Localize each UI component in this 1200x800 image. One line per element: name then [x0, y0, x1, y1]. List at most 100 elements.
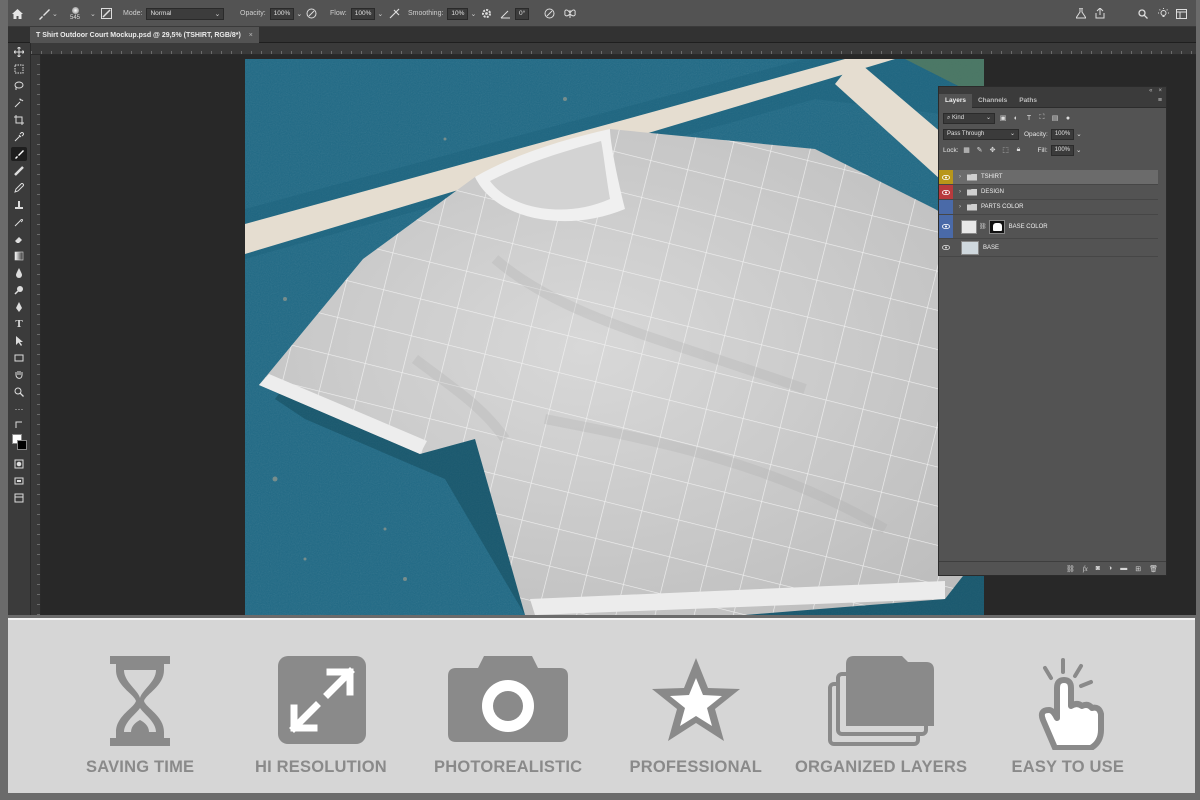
visibility-toggle-off[interactable] [939, 200, 953, 214]
visibility-eye-icon[interactable] [939, 215, 953, 238]
tab-paths[interactable]: Paths [1013, 94, 1043, 108]
discover-button[interactable] [1158, 0, 1169, 27]
link-icon[interactable]: ⛓ [1066, 565, 1075, 573]
workspace-button[interactable] [1176, 0, 1187, 27]
shape-filter-icon[interactable]: ⛶ [1037, 113, 1047, 123]
swap-colors-icon[interactable] [11, 418, 27, 432]
mode-select[interactable]: Normal [146, 7, 225, 20]
expand-arrow-icon[interactable]: › [956, 189, 964, 195]
share-button[interactable] [1095, 0, 1105, 27]
smart-object-thumbnail[interactable] [961, 240, 979, 255]
lock-all-icon[interactable]: 🔒︎ [1014, 145, 1024, 155]
lock-position-icon[interactable]: ✥ [988, 145, 998, 155]
layer-row-parts-color[interactable]: › PARTS COLOR [939, 200, 1158, 215]
clone-stamp-tool-icon[interactable] [11, 198, 27, 212]
chevron-down-icon[interactable]: ⌄ [90, 10, 96, 18]
marquee-tool-icon[interactable] [11, 62, 27, 76]
artboard-icon[interactable] [11, 491, 27, 505]
chevron-down-icon[interactable]: ⌄ [1076, 146, 1081, 154]
history-brush-tool-icon[interactable] [11, 215, 27, 229]
blend-mode-select[interactable]: Pass Through ⌄ [943, 128, 1019, 140]
new-layer-icon[interactable]: ⊞ [1135, 565, 1141, 573]
chevron-down-icon[interactable]: ⌄ [296, 10, 302, 18]
link-icon[interactable]: ⛓ [979, 223, 987, 230]
magic-wand-tool-icon[interactable] [11, 96, 27, 110]
dodge-tool-icon[interactable] [11, 283, 27, 297]
layer-thumbnail[interactable] [961, 219, 977, 234]
pixel-filter-icon[interactable]: ▣ [998, 113, 1008, 123]
eraser-tool-icon[interactable] [11, 232, 27, 246]
visibility-eye-icon[interactable] [939, 170, 953, 184]
close-icon[interactable]: × [1158, 88, 1162, 94]
filter-toggle-icon[interactable]: ● [1063, 113, 1073, 123]
lock-transparent-icon[interactable]: ▦ [962, 145, 972, 155]
airbrush-button[interactable] [389, 0, 401, 27]
smoothing-settings-button[interactable] [481, 0, 492, 27]
folder-icon[interactable]: ▬ [1120, 565, 1127, 572]
pencil-tool-icon[interactable] [11, 181, 27, 195]
beaker-button[interactable] [1076, 0, 1086, 27]
close-icon[interactable]: × [249, 32, 253, 39]
fill-field[interactable]: 100% [1050, 144, 1075, 156]
adjustment-filter-icon[interactable]: ◐ [1011, 113, 1021, 123]
move-tool-icon[interactable] [11, 45, 27, 59]
gradient-tool-icon[interactable] [11, 249, 27, 263]
canvas-image[interactable] [245, 59, 984, 615]
lock-pixels-icon[interactable]: ✎ [975, 145, 985, 155]
pressure-opacity-button[interactable] [306, 0, 317, 27]
visibility-eye-icon[interactable] [939, 185, 953, 199]
flow-field[interactable]: 100% [350, 7, 376, 20]
blur-tool-icon[interactable] [11, 266, 27, 280]
eyedropper-tool-icon[interactable] [11, 130, 27, 144]
smoothing-field[interactable]: 10% [447, 7, 469, 20]
pressure-size-button[interactable] [544, 0, 555, 27]
expand-arrow-icon[interactable]: › [956, 174, 964, 180]
collapse-icon[interactable]: « [1149, 88, 1152, 94]
type-filter-icon[interactable]: T [1024, 113, 1034, 123]
mask-icon[interactable]: ◙ [1096, 565, 1100, 572]
search-button[interactable] [1138, 0, 1148, 27]
layer-row-base-color[interactable]: ⛓ BASE COLOR [939, 215, 1158, 239]
brush-tool-icon[interactable] [11, 147, 27, 161]
document-tab[interactable]: T Shirt Outdoor Court Mockup.psd @ 29,5%… [30, 27, 259, 43]
opacity-field[interactable]: 100% [269, 7, 295, 20]
brush-panel-toggle[interactable] [101, 0, 112, 27]
lock-artboard-icon[interactable]: ⬚ [1001, 145, 1011, 155]
brush-size-picker[interactable]: 545 [70, 0, 80, 27]
zoom-tool-icon[interactable] [11, 385, 27, 399]
hand-tool-icon[interactable] [11, 368, 27, 382]
chevron-down-icon[interactable]: ⌄ [377, 10, 383, 18]
opacity-field[interactable]: 100% [1050, 128, 1075, 140]
chevron-down-icon[interactable]: ⌄ [470, 10, 476, 18]
layer-row-tshirt[interactable]: › TSHIRT [939, 170, 1158, 185]
healing-brush-tool-icon[interactable] [11, 164, 27, 178]
adjustment-icon[interactable]: ◑ [1108, 565, 1112, 572]
layer-row-base[interactable]: BASE [939, 239, 1158, 257]
filter-kind-select[interactable]: ⌕ Kind ⌄ [943, 112, 995, 124]
rectangle-tool-icon[interactable] [11, 351, 27, 365]
panel-menu-icon[interactable]: ≡ [1158, 97, 1162, 104]
chevron-down-icon[interactable]: ⌄ [1076, 130, 1081, 138]
symmetry-button[interactable] [564, 0, 576, 27]
background-color-swatch[interactable] [17, 440, 27, 450]
expand-arrow-icon[interactable]: › [956, 204, 964, 210]
layer-row-design[interactable]: › DESIGN [939, 185, 1158, 200]
home-button[interactable] [12, 0, 23, 27]
lasso-tool-icon[interactable] [11, 79, 27, 93]
mask-thumbnail[interactable] [988, 219, 1005, 234]
smart-object-filter-icon[interactable]: ▤ [1050, 113, 1060, 123]
crop-tool-icon[interactable] [11, 113, 27, 127]
visibility-eye-icon[interactable] [939, 239, 953, 256]
tab-channels[interactable]: Channels [972, 94, 1013, 108]
path-selection-tool-icon[interactable] [11, 334, 27, 348]
trash-icon[interactable]: 🗑︎ [1149, 565, 1158, 573]
fx-icon[interactable]: fx [1083, 565, 1088, 573]
screen-mode-icon[interactable] [11, 474, 27, 488]
color-swatches[interactable] [11, 433, 27, 453]
quick-mask-icon[interactable] [11, 457, 27, 471]
pen-tool-icon[interactable] [11, 300, 27, 314]
type-tool-icon[interactable]: T [11, 317, 27, 331]
tab-layers[interactable]: Layers [939, 93, 972, 108]
angle-field[interactable]: 0° [515, 7, 530, 20]
more-tools-icon[interactable]: ··· [11, 402, 27, 416]
